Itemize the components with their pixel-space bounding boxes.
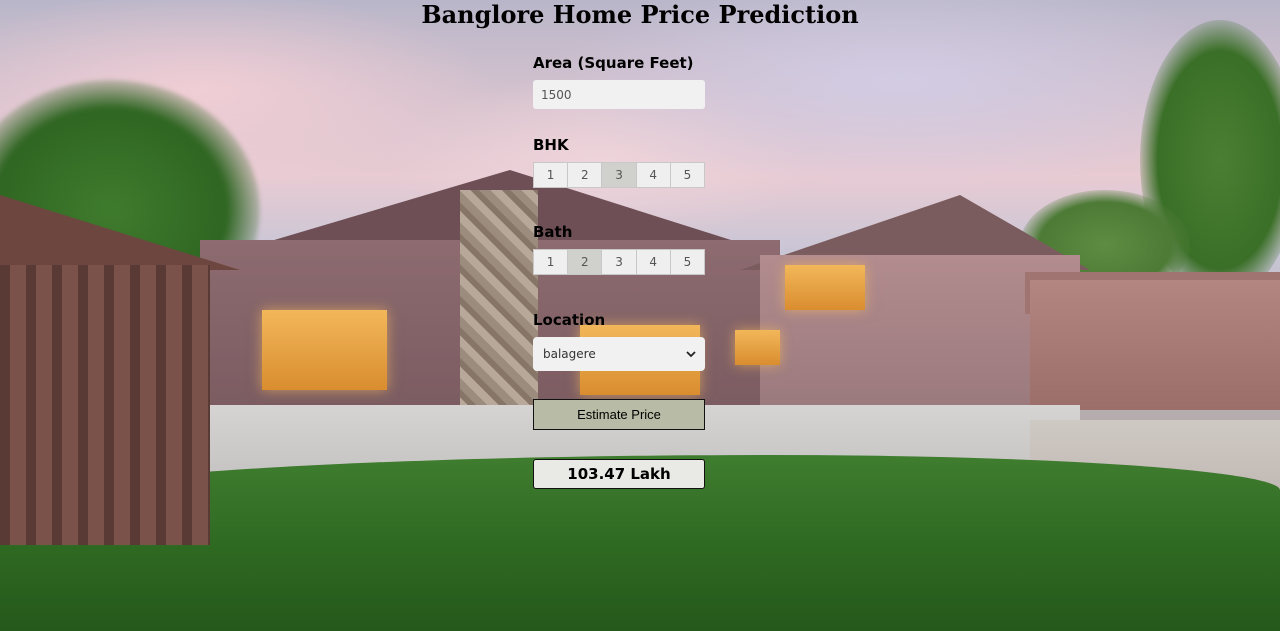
bhk-option-3[interactable]: 3: [602, 163, 637, 187]
chevron-down-icon: [686, 351, 696, 358]
bath-option-4[interactable]: 4: [636, 250, 671, 274]
bhk-label: BHK: [533, 136, 569, 154]
pavilion: [1030, 280, 1280, 410]
bath-option-3[interactable]: 3: [602, 250, 637, 274]
bath-selector: 1 2 3 4 5: [533, 249, 705, 275]
house-window: [785, 265, 865, 310]
location-label: Location: [533, 311, 606, 329]
bhk-option-2[interactable]: 2: [568, 163, 603, 187]
stone-chimney: [460, 190, 538, 420]
location-selected-value: balagere: [543, 347, 596, 361]
page-title: Banglore Home Price Prediction: [421, 0, 859, 29]
bath-option-1[interactable]: 1: [534, 250, 569, 274]
estimate-price-button[interactable]: Estimate Price: [533, 399, 705, 430]
bhk-selector: 1 2 3 4 5: [533, 162, 705, 188]
gazebo-body: [0, 265, 210, 545]
house-window: [262, 310, 387, 390]
house-window: [735, 330, 780, 365]
gazebo: [0, 195, 240, 555]
bhk-option-4[interactable]: 4: [636, 163, 671, 187]
area-input[interactable]: [533, 80, 705, 109]
gazebo-roof: [0, 195, 240, 270]
estimated-price-result: 103.47 Lakh: [533, 459, 705, 489]
bhk-option-1[interactable]: 1: [534, 163, 569, 187]
area-label: Area (Square Feet): [533, 54, 694, 72]
bath-option-2[interactable]: 2: [568, 250, 603, 274]
bath-option-5[interactable]: 5: [670, 250, 705, 274]
location-select[interactable]: balagere: [533, 337, 705, 371]
bhk-option-5[interactable]: 5: [670, 163, 705, 187]
bath-label: Bath: [533, 223, 573, 241]
